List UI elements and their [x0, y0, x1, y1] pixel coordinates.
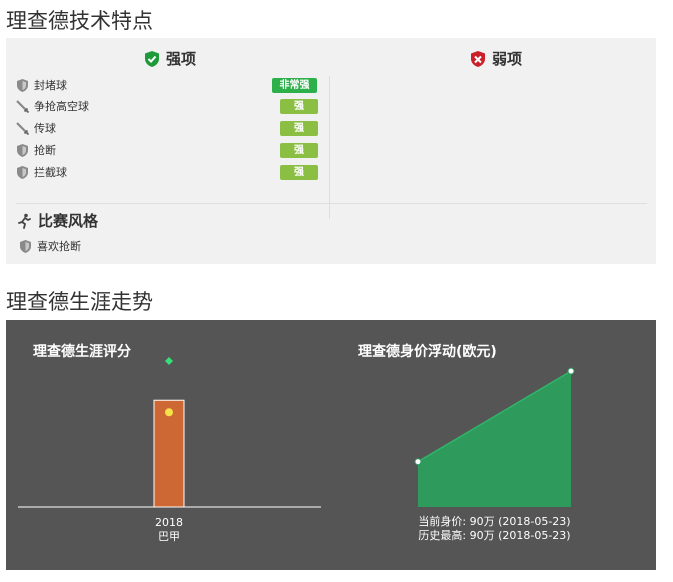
career-charts-svg: 2018巴甲 当前身价: 90万 (2018-05-23)历史最高: 90万 (2… [18, 356, 575, 543]
level-badge: 非常强 [272, 77, 317, 93]
runner-icon [16, 213, 32, 229]
strength-row: 抢断 强 [15, 141, 320, 159]
rating-x-sublabel: 巴甲 [158, 530, 180, 543]
value-point [414, 458, 422, 466]
shield-icon [15, 165, 30, 180]
level-badge: 强 [280, 164, 318, 180]
shield-icon [15, 78, 30, 93]
play-style-heading: 比赛风格 [16, 210, 98, 231]
strength-row: 封堵球 非常强 [15, 76, 320, 94]
rating-bar [153, 399, 185, 508]
play-style-item-label: 喜欢抢断 [37, 240, 81, 253]
shield-icon [18, 239, 33, 254]
section-divider [16, 203, 647, 204]
play-style-item: 喜欢抢断 [18, 238, 81, 254]
value-point [567, 367, 575, 375]
weaknesses-heading: 弱项 [469, 48, 522, 69]
level-badge: 强 [280, 120, 318, 136]
column-divider [329, 76, 330, 219]
strength-label: 拦截球 [34, 166, 67, 179]
level-badge: 强 [280, 142, 318, 158]
tech-features-panel: 强项 弱项 封堵球 非常强 争抢高空球 强 传球 强 抢断 强 拦截球 强 比赛… [6, 38, 656, 264]
sword-icon [15, 99, 30, 114]
rating-peak-marker [165, 356, 173, 365]
value-note: 当前身价: 90万 (2018-05-23) [418, 514, 570, 528]
strength-label: 争抢高空球 [34, 100, 89, 113]
value-area [418, 371, 571, 507]
x-shield-icon [469, 50, 487, 68]
shield-icon [15, 143, 30, 158]
strength-label: 抢断 [34, 144, 56, 157]
strengths-label: 强项 [166, 50, 197, 68]
weaknesses-label: 弱项 [492, 50, 523, 68]
strength-row: 争抢高空球 强 [15, 97, 320, 115]
rating-x-tick-label: 2018 [155, 516, 183, 529]
level-badge: 强 [280, 98, 318, 114]
check-shield-icon [143, 50, 161, 68]
strength-label: 传球 [34, 122, 56, 135]
value-note: 历史最高: 90万 (2018-05-23) [418, 528, 570, 542]
sword-icon [15, 121, 30, 136]
tech-features-title: 理查德技术特点 [6, 9, 153, 33]
career-trend-title: 理查德生涯走势 [6, 290, 153, 314]
career-charts-panel: 理查德生涯评分 理查德身价浮动(欧元) 2018 巴甲 当前身价: 90万 (201… [6, 320, 656, 570]
play-style-label: 比赛风格 [38, 212, 99, 230]
strengths-heading: 强项 [143, 48, 196, 69]
rating-point [165, 408, 173, 417]
strength-row: 传球 强 [15, 119, 320, 137]
strength-row: 拦截球 强 [15, 163, 320, 181]
